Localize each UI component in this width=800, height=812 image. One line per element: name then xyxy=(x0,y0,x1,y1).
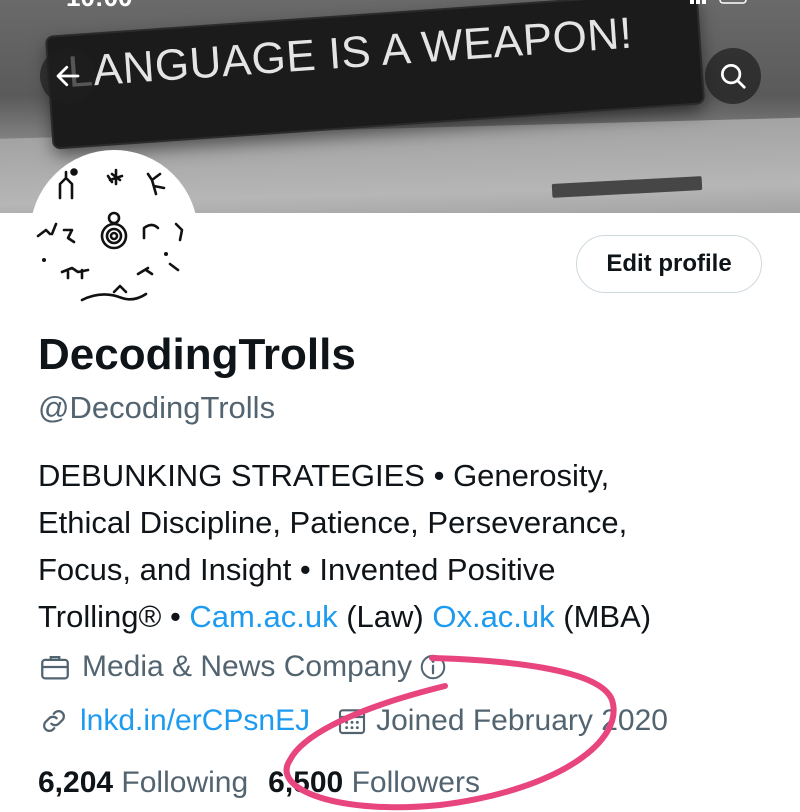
following-label: Following xyxy=(121,766,249,799)
link-icon xyxy=(43,710,65,732)
back-button[interactable] xyxy=(40,48,96,104)
category-row: Media & News Company xyxy=(38,650,448,684)
search-icon xyxy=(721,64,746,89)
professional-category: Media & News Company xyxy=(82,650,413,683)
arrow-left-icon xyxy=(56,65,80,87)
cam-link[interactable]: Cam.ac.uk xyxy=(189,599,337,634)
briefcase-icon xyxy=(41,655,69,680)
following-link[interactable]: 6,204 Following xyxy=(38,766,248,800)
bio-text: (MBA) xyxy=(554,599,652,634)
following-count: 6,204 xyxy=(38,766,114,799)
website-joined-row: lnkd.in/erCPsnEJ Joined February 2020 xyxy=(38,704,668,738)
handle: @DecodingTrolls xyxy=(38,390,276,425)
petroglyph-avatar-image xyxy=(36,168,184,302)
status-icons xyxy=(690,0,747,4)
website-link[interactable]: lnkd.in/erCPsnEJ xyxy=(80,704,310,738)
followers-link[interactable]: 6,500 Followers xyxy=(268,766,480,800)
bio-line: Ethical Discipline, Patience, Perseveran… xyxy=(38,505,628,540)
bio: DEBUNKING STRATEGIES • Generosity, Ethic… xyxy=(38,452,778,640)
ox-link[interactable]: Ox.ac.uk xyxy=(432,599,554,634)
info-button[interactable] xyxy=(418,652,448,682)
calendar-icon xyxy=(339,709,366,735)
joined-date: Joined February 2020 xyxy=(376,704,668,737)
info-icon xyxy=(420,654,446,680)
status-time: 10:00 xyxy=(66,0,133,13)
bio-line: DEBUNKING STRATEGIES • Generosity, xyxy=(38,458,610,493)
bio-line: Trolling® • Cam.ac.uk (Law) Ox.ac.uk (MB… xyxy=(38,593,778,640)
bio-text: (Law) xyxy=(337,599,433,634)
display-name: DecodingTrolls xyxy=(38,330,356,379)
followers-label: Followers xyxy=(351,766,480,799)
follow-stats: 6,204 Following 6,500 Followers xyxy=(38,766,480,800)
edit-profile-button[interactable]: Edit profile xyxy=(576,235,762,293)
bio-line: Focus, and Insight • Invented Positive xyxy=(38,552,556,587)
search-button[interactable] xyxy=(705,48,761,104)
followers-count: 6,500 xyxy=(268,766,344,799)
bio-text: Trolling® • xyxy=(38,599,190,634)
avatar[interactable] xyxy=(30,150,198,318)
